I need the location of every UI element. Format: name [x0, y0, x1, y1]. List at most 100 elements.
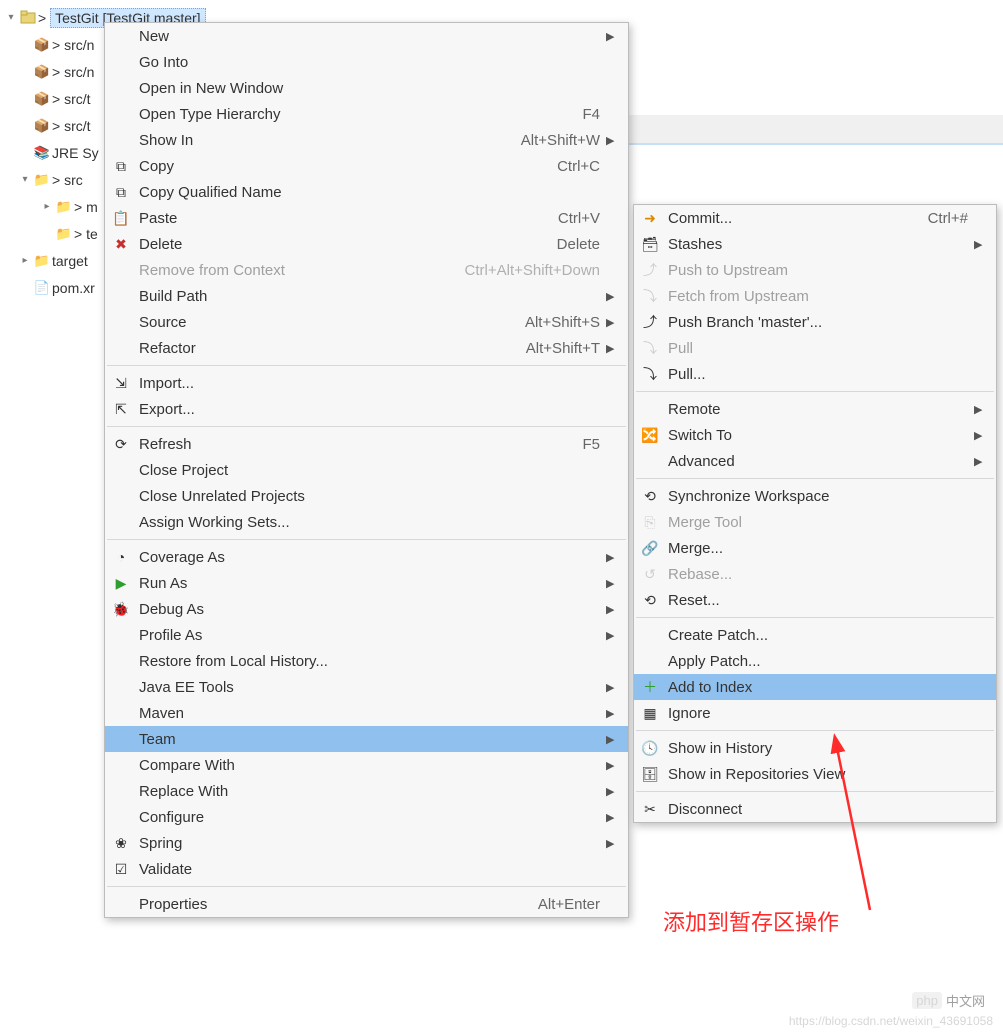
- menu-item-refactor[interactable]: RefactorAlt+Shift+T▶: [105, 335, 628, 361]
- menu-item-label: Export...: [135, 399, 600, 420]
- menu-item-label: Show in Repositories View: [664, 764, 968, 785]
- menu-item-compare-with[interactable]: Compare With▶: [105, 752, 628, 778]
- pkg-icon: 📦: [32, 118, 52, 134]
- menu-item-debug-as[interactable]: 🐞Debug As▶: [105, 596, 628, 622]
- menu-item-open-in-new-window[interactable]: Open in New Window: [105, 75, 628, 101]
- menu-item-accel: Delete: [557, 236, 606, 253]
- menu-item-replace-with[interactable]: Replace With ▶: [105, 778, 628, 804]
- menu-item-label: Team: [135, 729, 600, 750]
- menu-item-switch-to[interactable]: 🔀Switch To▶: [634, 422, 996, 448]
- menu-item-maven[interactable]: Maven▶: [105, 700, 628, 726]
- menu-item-label: Copy Qualified Name: [135, 182, 600, 203]
- menu-item-stashes[interactable]: 🗃Stashes▶: [634, 231, 996, 257]
- menu-item-synchronize-workspace[interactable]: ⟲Synchronize Workspace: [634, 483, 996, 509]
- menu-item-label: Advanced: [664, 451, 968, 472]
- tree-item-label: > m: [74, 199, 98, 215]
- menu-item-new[interactable]: New▶: [105, 23, 628, 49]
- menu-item-reset[interactable]: ⟲Reset...: [634, 587, 996, 613]
- menu-item-apply-patch[interactable]: Apply Patch...: [634, 648, 996, 674]
- menu-item-export[interactable]: ⇱Export...: [105, 396, 628, 422]
- menu-item-java-ee-tools[interactable]: Java EE Tools▶: [105, 674, 628, 700]
- menu-item-pull[interactable]: ⤵Pull...: [634, 361, 996, 387]
- menu-item-open-type-hierarchy[interactable]: Open Type HierarchyF4: [105, 101, 628, 127]
- menu-item-remote[interactable]: Remote▶: [634, 396, 996, 422]
- menu-item-ignore[interactable]: ▦Ignore: [634, 700, 996, 726]
- menu-item-coverage-as[interactable]: ◔Coverage As▶: [105, 544, 628, 570]
- submenu-arrow-icon: ▶: [606, 577, 624, 590]
- menu-item-label: Reset...: [664, 590, 968, 611]
- submenu-arrow-icon: ▶: [606, 551, 624, 564]
- menu-item-close-project[interactable]: Close Project: [105, 457, 628, 483]
- menu-item-label: Profile As: [135, 625, 600, 646]
- file-icon: 📄: [32, 280, 52, 296]
- menu-item-merge[interactable]: 🔗Merge...: [634, 535, 996, 561]
- menu-item-close-unrelated-projects[interactable]: Close Unrelated Projects: [105, 483, 628, 509]
- menu-item-label: Merge Tool: [664, 512, 968, 533]
- menu-item-label: Fetch from Upstream: [664, 286, 968, 307]
- switch-icon: 🔀: [636, 427, 664, 444]
- menu-item-assign-working-sets[interactable]: Assign Working Sets...: [105, 509, 628, 535]
- menu-item-import[interactable]: ⇲Import...: [105, 370, 628, 396]
- context-menu-team[interactable]: ➜Commit...Ctrl+#🗃Stashes▶⤴Push to Upstre…: [633, 204, 997, 823]
- sync-icon: ⟲: [636, 488, 664, 505]
- menu-item-label: Spring: [135, 833, 600, 854]
- menu-item-configure[interactable]: Configure▶: [105, 804, 628, 830]
- menu-item-build-path[interactable]: Build Path▶: [105, 283, 628, 309]
- menu-item-refresh[interactable]: ⟳RefreshF5: [105, 431, 628, 457]
- menu-item-run-as[interactable]: ▶Run As▶: [105, 570, 628, 596]
- menu-item-disconnect[interactable]: ✂Disconnect: [634, 796, 996, 822]
- menu-item-label: Validate: [135, 859, 600, 880]
- tree-item-label: JRE Sy: [52, 145, 99, 161]
- copy-icon: ⧉: [107, 158, 135, 175]
- menu-item-team[interactable]: Team▶: [105, 726, 628, 752]
- menu-item-create-patch[interactable]: Create Patch...: [634, 622, 996, 648]
- push-branch-icon: ⤴: [636, 312, 664, 332]
- menu-item-add-to-index[interactable]: ＋Add to Index: [634, 674, 996, 700]
- chevron-down-icon: ▾: [18, 174, 32, 185]
- reset-icon: ⟲: [636, 592, 664, 609]
- menu-item-show-in-repositories-view[interactable]: 🗄Show in Repositories View: [634, 761, 996, 787]
- merge-icon: 🔗: [636, 540, 664, 557]
- menu-item-push-branch-master[interactable]: ⤴Push Branch 'master'...: [634, 309, 996, 335]
- submenu-arrow-icon: ▶: [606, 785, 624, 798]
- menu-item-label: Source: [135, 312, 525, 333]
- menu-item-delete[interactable]: ✖DeleteDelete: [105, 231, 628, 257]
- menu-item-profile-as[interactable]: Profile As▶: [105, 622, 628, 648]
- menu-item-show-in[interactable]: Show InAlt+Shift+W▶: [105, 127, 628, 153]
- menu-item-label: Remove from Context: [135, 260, 465, 281]
- menu-item-label: Close Project: [135, 460, 600, 481]
- context-menu-main[interactable]: New▶Go IntoOpen in New WindowOpen Type H…: [104, 22, 629, 918]
- paste-icon: 📋: [107, 210, 135, 227]
- folder-icon: 📁: [32, 253, 52, 269]
- menu-item-label: Add to Index: [664, 677, 968, 698]
- pkg-icon: 📦: [32, 91, 52, 107]
- menu-item-label: Close Unrelated Projects: [135, 486, 600, 507]
- menu-item-copy-qualified-name[interactable]: ⧉Copy Qualified Name: [105, 179, 628, 205]
- menu-item-restore-from-local-history[interactable]: Restore from Local History...: [105, 648, 628, 674]
- menu-item-label: Merge...: [664, 538, 968, 559]
- menu-item-label: Switch To: [664, 425, 968, 446]
- menu-item-properties[interactable]: PropertiesAlt+Enter: [105, 891, 628, 917]
- menu-item-accel: Ctrl+Alt+Shift+Down: [465, 262, 606, 279]
- pull-icon: ⤵: [636, 338, 664, 358]
- menu-item-label: Restore from Local History...: [135, 651, 600, 672]
- menu-item-fetch-from-upstream: ⤵Fetch from Upstream: [634, 283, 996, 309]
- menu-item-source[interactable]: SourceAlt+Shift+S▶: [105, 309, 628, 335]
- menu-item-copy[interactable]: ⧉CopyCtrl+C: [105, 153, 628, 179]
- menu-item-show-in-history[interactable]: 🕓Show in History: [634, 735, 996, 761]
- menu-item-validate[interactable]: ☑Validate: [105, 856, 628, 882]
- menu-item-advanced[interactable]: Advanced▶: [634, 448, 996, 474]
- tree-item-label: > te: [74, 226, 98, 242]
- menu-item-spring[interactable]: ❀Spring ▶: [105, 830, 628, 856]
- submenu-arrow-icon: ▶: [606, 342, 624, 355]
- spring-icon: ❀: [107, 835, 135, 852]
- menu-item-label: Replace With: [135, 781, 600, 802]
- menu-item-go-into[interactable]: Go Into: [105, 49, 628, 75]
- history-icon: 🕓: [636, 740, 664, 757]
- submenu-arrow-icon: ▶: [606, 837, 624, 850]
- menu-item-accel: Ctrl+#: [928, 210, 974, 227]
- menu-item-paste[interactable]: 📋PasteCtrl+V: [105, 205, 628, 231]
- menu-item-commit[interactable]: ➜Commit...Ctrl+#: [634, 205, 996, 231]
- tree-item-label: target: [52, 253, 88, 269]
- menu-item-label: Refactor: [135, 338, 526, 359]
